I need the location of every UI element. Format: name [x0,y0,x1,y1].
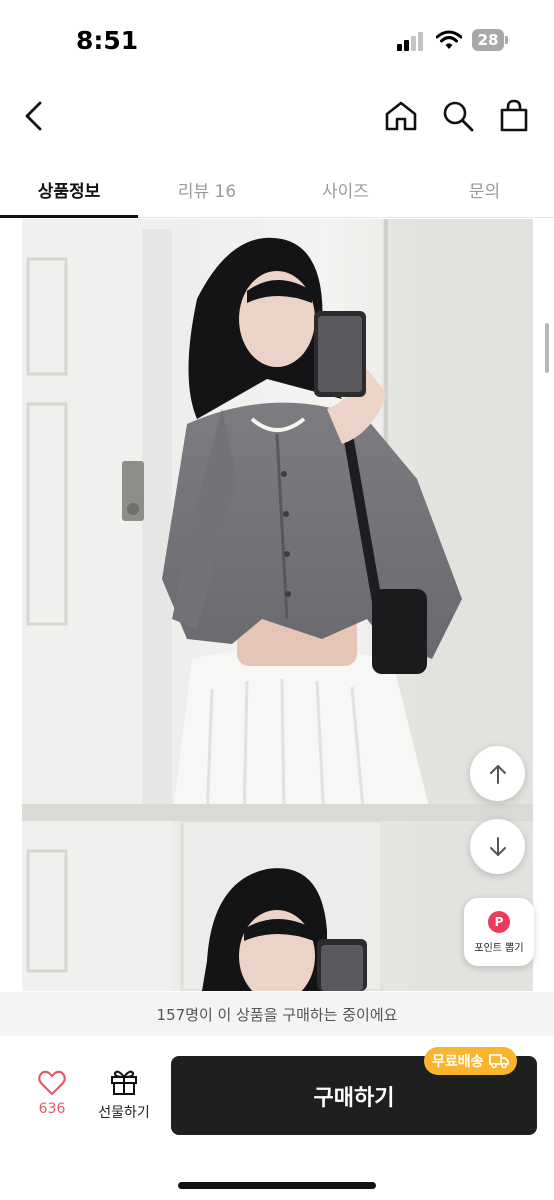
arrow-up-icon [489,764,506,784]
tab-reviews[interactable]: 리뷰 16 [138,160,276,218]
gift-button[interactable]: 선물하기 [88,1068,160,1128]
gift-label: 선물하기 [98,1105,150,1121]
cellular-signal-icon [397,31,427,51]
tab-inquiry[interactable]: 문의 [415,160,554,218]
search-button[interactable] [440,98,476,134]
product-image [22,821,533,991]
home-indicator [178,1182,376,1189]
tab-bar: 상품정보 리뷰 16 사이즈 문의 [0,160,554,218]
search-icon [443,101,474,132]
scrollbar[interactable] [545,323,549,373]
shopping-bag-icon [500,99,528,132]
arrow-down-icon [489,836,506,856]
free-shipping-label: 무료배송 [432,1054,484,1070]
like-button[interactable]: 636 [24,1070,80,1126]
heart-icon [38,1070,66,1096]
bottom-action-bar: 636 선물하기 구매하기 무료배송 [0,1036,554,1200]
status-time: 8:51 [76,26,139,55]
free-shipping-badge: 무료배송 [424,1047,517,1075]
nav-header [0,80,554,156]
status-bar: 8:51 28 [0,0,554,80]
tab-product-info[interactable]: 상품정보 [0,160,138,218]
home-icon [385,101,417,131]
wifi-icon [436,30,462,49]
back-button[interactable] [16,98,52,134]
point-draw-button[interactable]: P 포인트 뽑기 [464,898,534,966]
product-image [22,219,533,821]
purchase-count-banner: 157명이 이 상품을 구매하는 중이에요 [0,992,554,1036]
scroll-to-bottom-button[interactable] [470,819,525,874]
home-button[interactable] [383,98,419,134]
scroll-to-top-button[interactable] [470,746,525,801]
battery-icon: 28 [472,29,508,51]
point-badge: P [488,910,510,933]
point-draw-label: 포인트 뽑기 [474,942,524,954]
tab-size[interactable]: 사이즈 [276,160,415,218]
gift-icon [111,1070,137,1095]
product-detail-screen: 8:51 28 상품정보 리뷰 16 사이즈 문의 P 포인트 뽑기 157명이… [0,0,554,1200]
like-count: 636 [38,1101,66,1117]
truck-icon [488,1054,509,1069]
active-tab-indicator [0,215,138,218]
battery-level: 28 [477,31,499,49]
chevron-left-icon [25,101,42,131]
cart-button[interactable] [496,98,532,134]
